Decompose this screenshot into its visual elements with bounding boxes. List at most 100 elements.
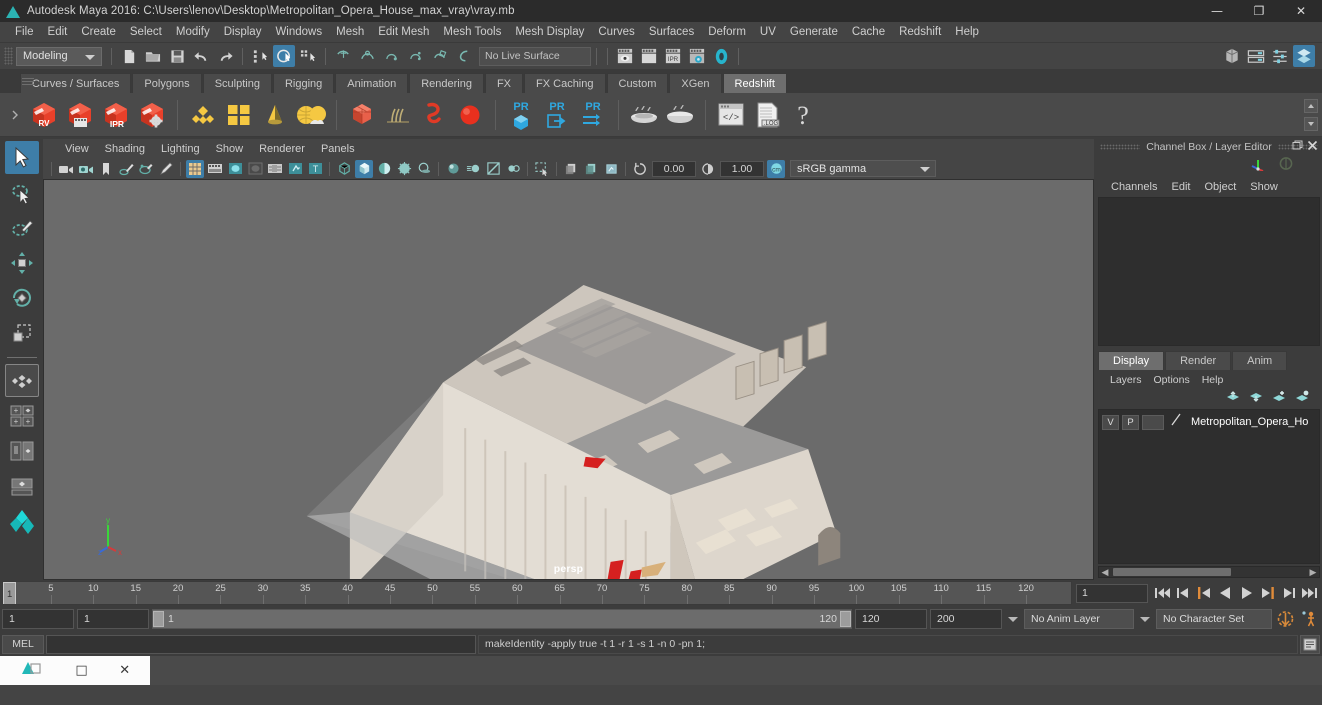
shelf-tab-curves-surfaces[interactable]: Curves / Surfaces: [20, 73, 132, 93]
close-window-icon[interactable]: ✕: [119, 663, 130, 678]
step-back-frame-icon[interactable]: [1195, 584, 1214, 603]
shelf-tab-sculpting[interactable]: Sculpting: [202, 73, 272, 93]
move-tool[interactable]: [5, 246, 39, 279]
panel-grip-left[interactable]: [1100, 144, 1141, 150]
redshift-render-view-icon[interactable]: RV: [26, 96, 62, 134]
isolate-select-icon[interactable]: [533, 160, 551, 178]
animation-preferences-icon[interactable]: [1300, 610, 1319, 629]
channel-box-icon[interactable]: [1250, 156, 1266, 176]
scroll-right-icon[interactable]: ▶: [1307, 567, 1319, 578]
scroll-left-icon[interactable]: ◀: [1099, 567, 1111, 578]
screen-space-ao-icon[interactable]: [444, 160, 462, 178]
shaded-textured-icon[interactable]: [375, 160, 393, 178]
menu-deform[interactable]: Deform: [701, 24, 753, 40]
play-backwards-icon[interactable]: [1216, 584, 1235, 603]
current-time-indicator[interactable]: 1: [3, 582, 16, 604]
shelf-tab-redshift[interactable]: Redshift: [722, 73, 787, 93]
shelf-tab-fx-caching[interactable]: FX Caching: [524, 73, 606, 93]
gamma-field[interactable]: 1.00: [720, 160, 764, 177]
chevron-down-icon[interactable]: [1008, 616, 1018, 622]
image-plane-icon[interactable]: [117, 160, 135, 178]
snap-to-grid-icon[interactable]: [332, 45, 354, 67]
minimize-button[interactable]: —: [1196, 0, 1238, 22]
select-by-hierarchy-icon[interactable]: [249, 45, 271, 67]
snap-to-projected-center-icon[interactable]: [404, 45, 426, 67]
new-scene-icon[interactable]: [118, 45, 140, 67]
shelf-tab-custom[interactable]: Custom: [606, 73, 669, 93]
persp-outliner-layout[interactable]: [5, 434, 39, 467]
camera-attributes-icon[interactable]: [77, 160, 95, 178]
viewport-menu-show[interactable]: Show: [208, 142, 252, 156]
color-management-icon[interactable]: cm: [767, 159, 785, 178]
select-tool[interactable]: [4, 141, 39, 174]
channelbox-menu-edit[interactable]: Edit: [1164, 180, 1197, 194]
menu-select[interactable]: Select: [123, 24, 169, 40]
redshift-log-icon[interactable]: .LOG: [749, 96, 785, 134]
viewport-menu-panels[interactable]: Panels: [313, 142, 363, 156]
scrollbar-thumb[interactable]: [1113, 568, 1231, 576]
viewport-menu-shading[interactable]: Shading: [97, 142, 153, 156]
auto-keyframe-icon[interactable]: [1276, 610, 1295, 629]
channel-box-body[interactable]: [1098, 197, 1320, 346]
bookmark-icon[interactable]: [97, 160, 115, 178]
move-layer-up-icon[interactable]: [1226, 390, 1241, 408]
menu-mesh[interactable]: Mesh: [329, 24, 371, 40]
restore-window-icon[interactable]: □: [75, 663, 87, 678]
viewport-menu-lighting[interactable]: Lighting: [153, 142, 208, 156]
shelf-tab-rendering[interactable]: Rendering: [409, 73, 484, 93]
menu-display[interactable]: Display: [217, 24, 269, 40]
lasso-select-tool[interactable]: [5, 176, 39, 209]
xray-icon[interactable]: [562, 160, 580, 178]
paint-select-tool[interactable]: [5, 211, 39, 244]
four-view-layout[interactable]: [4, 364, 39, 397]
wireframe-icon[interactable]: [335, 160, 353, 178]
range-start-handle[interactable]: [153, 611, 164, 627]
redshift-light-cone-icon[interactable]: [257, 96, 293, 134]
render-settings-icon[interactable]: [686, 45, 708, 67]
snap-to-point-icon[interactable]: [380, 45, 402, 67]
chevron-down-icon[interactable]: [1140, 616, 1150, 622]
redshift-pr-export-icon[interactable]: PR: [539, 96, 575, 134]
layer-editor-menu-help[interactable]: Help: [1196, 373, 1230, 387]
multisample-icon[interactable]: [484, 160, 502, 178]
grid-icon[interactable]: [186, 159, 204, 178]
persp-graph-layout[interactable]: [5, 469, 39, 502]
scale-tool[interactable]: [5, 316, 39, 349]
ipr-render-icon[interactable]: IPR: [662, 45, 684, 67]
gate-mask-icon[interactable]: [246, 160, 264, 178]
menu-file[interactable]: File: [8, 24, 41, 40]
select-by-object-icon[interactable]: [273, 45, 295, 67]
menu-surfaces[interactable]: Surfaces: [642, 24, 701, 40]
close-button[interactable]: ✕: [1280, 0, 1322, 22]
anim-layer-field[interactable]: No Anim Layer: [1024, 609, 1134, 629]
step-back-keyframe-icon[interactable]: [1174, 584, 1193, 603]
persp-viewport[interactable]: persp y z x: [43, 179, 1094, 580]
depth-of-field-icon[interactable]: [504, 160, 522, 178]
show-hide-tool-settings-icon[interactable]: [1269, 45, 1291, 67]
gamma-reset-icon[interactable]: [699, 160, 717, 178]
range-slider[interactable]: 1 120: [152, 609, 852, 629]
redshift-pr-object-icon[interactable]: PR: [503, 96, 539, 134]
save-scene-icon[interactable]: [166, 45, 188, 67]
maximize-button[interactable]: ❐: [1238, 0, 1280, 22]
grease-pencil-icon[interactable]: [157, 160, 175, 178]
rotate-tool[interactable]: [5, 281, 39, 314]
shelf-options-icon[interactable]: [4, 93, 26, 137]
statusline-grip[interactable]: [4, 47, 13, 65]
shelf-scroll-buttons[interactable]: [1304, 99, 1318, 131]
animation-start-time-field[interactable]: 1: [2, 609, 74, 629]
shelf-tab-xgen[interactable]: XGen: [669, 73, 722, 93]
xray-joints-icon[interactable]: [582, 160, 600, 178]
redshift-ipr-icon[interactable]: IPR: [98, 96, 134, 134]
film-gate-icon[interactable]: [206, 160, 224, 178]
menu-curves[interactable]: Curves: [591, 24, 641, 40]
shadows-icon[interactable]: [415, 160, 433, 178]
viewport-menu-view[interactable]: View: [57, 142, 97, 156]
make-live-icon[interactable]: [452, 45, 474, 67]
move-layer-down-icon[interactable]: [1249, 390, 1264, 408]
hypershade-layout[interactable]: [5, 504, 39, 537]
undo-icon[interactable]: [190, 45, 212, 67]
color-profile-selector[interactable]: sRGB gamma: [790, 160, 936, 177]
new-layer-icon[interactable]: [1272, 390, 1287, 408]
redshift-volume-icon[interactable]: [416, 96, 452, 134]
